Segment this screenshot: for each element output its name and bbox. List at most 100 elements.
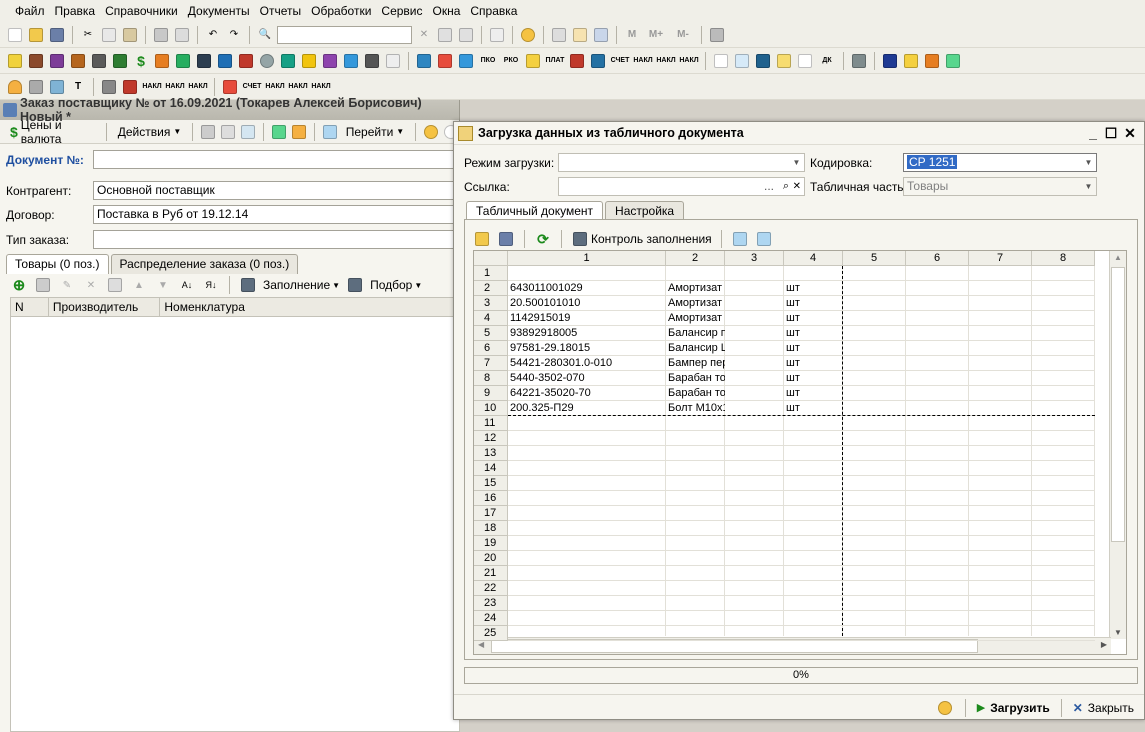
memory-mminus-icon[interactable]: M- xyxy=(671,26,695,44)
sheet-cell[interactable]: Амортизат 10 xyxy=(666,281,725,296)
sheet-cell[interactable]: 54421-280301.0-010 xyxy=(508,356,666,371)
actions-button[interactable]: Действия ▼ xyxy=(114,125,186,139)
org-icon[interactable] xyxy=(6,52,24,70)
staff-icon[interactable] xyxy=(216,52,234,70)
horizontal-scroll-thumb[interactable] xyxy=(491,639,978,653)
minimize-icon[interactable]: _ xyxy=(1084,125,1102,141)
clear-icon[interactable]: ✕ xyxy=(415,26,433,44)
windows-icon[interactable] xyxy=(488,26,506,44)
wrench-icon[interactable] xyxy=(100,78,118,96)
vertical-scroll-thumb[interactable] xyxy=(1111,267,1125,542)
row-header[interactable]: 8 xyxy=(474,371,508,386)
sheet-cell[interactable]: шт xyxy=(784,281,843,296)
row-header[interactable]: 16 xyxy=(474,491,508,506)
refresh-icon[interactable]: ⟳ xyxy=(534,230,552,248)
chevron-down-icon[interactable]: ▼ xyxy=(1081,154,1096,171)
sheet-cell[interactable]: Барабан то12 xyxy=(666,386,725,401)
new-icon[interactable] xyxy=(6,26,24,44)
row-header[interactable]: 1 xyxy=(474,266,508,281)
row-header[interactable]: 3 xyxy=(474,296,508,311)
arrows-icon[interactable] xyxy=(457,52,475,70)
nakl-button-9[interactable]: НАКЛ xyxy=(311,83,331,90)
graph-icon[interactable] xyxy=(754,52,772,70)
people-icon[interactable] xyxy=(195,52,213,70)
doc-copy-icon[interactable] xyxy=(240,123,256,141)
report-icon[interactable] xyxy=(712,52,730,70)
memory-m-icon[interactable]: M xyxy=(623,26,641,44)
sheet-cell[interactable]: шт xyxy=(784,296,843,311)
schet-button-2[interactable]: СЧЕТ xyxy=(242,83,262,90)
spreadsheet[interactable]: ▲ ▼ ◀ ▶ 1 2 3 4 5 6 7 8 1 2 643011001029 Амортизат … xyxy=(473,250,1127,655)
nakl-button-3[interactable]: НАКЛ xyxy=(679,57,699,64)
nakl-button-5[interactable]: НАКЛ xyxy=(165,83,185,90)
fill-button[interactable]: Заполнение xyxy=(263,278,330,292)
toolbar-search-combo[interactable] xyxy=(277,25,412,44)
dk-button[interactable]: ДК xyxy=(817,57,837,64)
move-down-icon[interactable]: ▼ xyxy=(154,276,172,294)
close-button[interactable]: ✕ Закрыть xyxy=(1073,701,1134,715)
doc-list-view-icon[interactable] xyxy=(220,123,236,141)
plat-button[interactable]: ПЛАТ xyxy=(545,57,565,64)
counterparty-field[interactable]: Основной поставщик xyxy=(93,181,460,200)
sheet-cell[interactable]: шт xyxy=(784,341,843,356)
doc-unpost-icon[interactable] xyxy=(291,123,307,141)
sheet-cell[interactable]: 97581-29.18015 xyxy=(508,341,666,356)
rko-button[interactable]: РКО xyxy=(501,57,521,64)
sheet-cell[interactable]: 64221-35020-70 xyxy=(508,386,666,401)
col-manufacturer[interactable]: Производитель xyxy=(49,298,161,316)
row-header[interactable]: 12 xyxy=(474,431,508,446)
sheet-cell[interactable]: Балансир L2 xyxy=(666,341,725,356)
sheet-cell[interactable]: шт xyxy=(784,311,843,326)
corner-cell[interactable] xyxy=(474,251,508,266)
row-header[interactable]: 15 xyxy=(474,476,508,491)
menu-documents[interactable]: Документы xyxy=(183,4,255,18)
scroll-right-icon[interactable]: ▶ xyxy=(1101,640,1107,649)
clear-icon[interactable]: ✕ xyxy=(793,178,801,195)
eraser-icon[interactable] xyxy=(27,78,45,96)
report2-icon[interactable] xyxy=(733,52,751,70)
sheet-cell[interactable]: шт xyxy=(784,326,843,341)
books-icon[interactable] xyxy=(153,52,171,70)
print-icon[interactable] xyxy=(152,26,170,44)
row-header[interactable]: 6 xyxy=(474,341,508,356)
row-header[interactable]: 5 xyxy=(474,326,508,341)
books2-icon[interactable] xyxy=(174,52,192,70)
sheet-cell[interactable]: 1142915019 xyxy=(508,311,666,326)
book-icon[interactable] xyxy=(881,52,899,70)
row-header[interactable]: 19 xyxy=(474,536,508,551)
paste-icon[interactable] xyxy=(121,26,139,44)
find-next-icon[interactable] xyxy=(436,26,454,44)
sheet-cell[interactable]: шт xyxy=(784,401,843,416)
fork-icon[interactable] xyxy=(363,52,381,70)
row-header[interactable]: 9 xyxy=(474,386,508,401)
sheet-cell[interactable]: Балансир п2 xyxy=(666,326,725,341)
doc-number-field[interactable] xyxy=(93,150,460,169)
row-header[interactable]: 2 xyxy=(474,281,508,296)
open-file-icon[interactable] xyxy=(473,230,491,248)
delete-row-icon[interactable]: ✕ xyxy=(82,276,100,294)
help-icon[interactable] xyxy=(936,699,954,717)
preview-icon[interactable] xyxy=(173,26,191,44)
row-header[interactable]: 25 xyxy=(474,626,508,641)
pko-button[interactable]: ПКО xyxy=(478,57,498,64)
sheet-cell[interactable]: 20.500101010 xyxy=(508,296,666,311)
sort-asc-icon[interactable]: A↓ xyxy=(178,276,196,294)
sheet-cell[interactable]: 200.325-П29 xyxy=(508,401,666,416)
goods-grid-body[interactable] xyxy=(10,317,460,732)
end-edit-icon[interactable] xyxy=(106,276,124,294)
column-header[interactable]: 6 xyxy=(906,251,969,266)
sort-desc-icon[interactable]: Я↓ xyxy=(202,276,220,294)
sheet-cell[interactable]: Барабан то6 xyxy=(666,371,725,386)
prices-icon[interactable] xyxy=(90,52,108,70)
menu-catalogs[interactable]: Справочники xyxy=(100,4,183,18)
menu-file[interactable]: Файл xyxy=(10,4,50,18)
vertical-scrollbar[interactable]: ▲ ▼ xyxy=(1109,251,1126,639)
cut-icon[interactable]: ✂ xyxy=(79,26,97,44)
col-nomenclature[interactable]: Номенклатура xyxy=(160,298,459,316)
people3-icon[interactable] xyxy=(221,78,239,96)
structure-icon[interactable] xyxy=(237,52,255,70)
tab-goods[interactable]: Товары (0 поз.) xyxy=(6,254,109,274)
row-header[interactable]: 10 xyxy=(474,401,508,416)
goto-button[interactable]: Перейти ▼ xyxy=(342,125,408,139)
tools2-icon[interactable] xyxy=(121,78,139,96)
